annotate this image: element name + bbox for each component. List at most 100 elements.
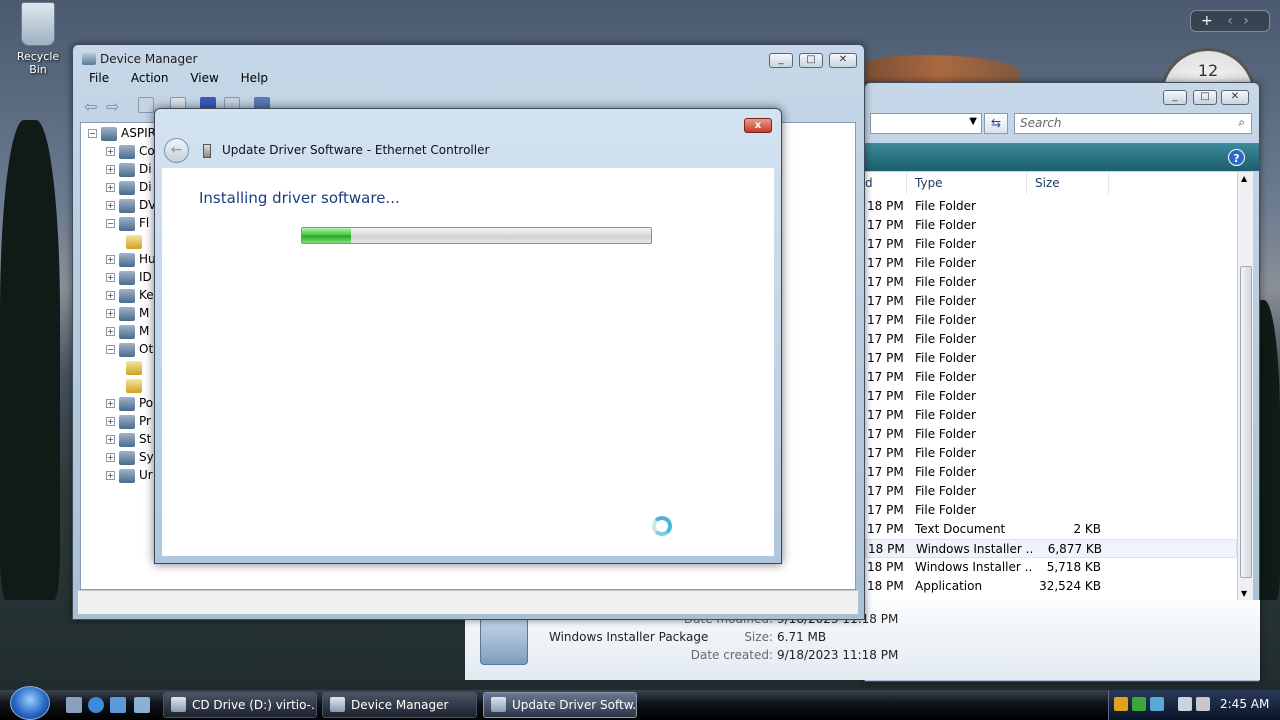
file-list-row[interactable]: 17 PM File Folder: [865, 330, 1237, 349]
tree-category[interactable]: + Po: [106, 394, 153, 412]
update-check-icon[interactable]: [1132, 697, 1146, 711]
show-desktop-icon[interactable]: [66, 697, 82, 713]
expand-icon[interactable]: +: [106, 453, 115, 462]
explorer-minimize-button[interactable]: _: [1163, 90, 1187, 105]
file-list-row[interactable]: 18 PM Windows Installer ... 5,718 KB: [865, 558, 1237, 577]
tree-category[interactable]: + Ke: [106, 286, 154, 304]
refresh-icon[interactable]: ⇆: [984, 113, 1008, 134]
volume-muted-icon[interactable]: [1196, 697, 1210, 711]
column-header-modified[interactable]: d: [865, 172, 907, 194]
address-dropdown-icon[interactable]: ▼: [969, 116, 977, 127]
expand-icon[interactable]: +: [106, 309, 115, 318]
file-list-row[interactable]: 17 PM File Folder: [865, 254, 1237, 273]
back-button[interactable]: ←: [164, 138, 189, 163]
sidebar-prev-icon[interactable]: ‹: [1227, 13, 1233, 29]
file-list-row[interactable]: 17 PM File Folder: [865, 216, 1237, 235]
internet-explorer-icon[interactable]: [88, 697, 104, 713]
tree-category[interactable]: + ID: [106, 268, 152, 286]
start-button[interactable]: [10, 686, 50, 720]
tree-category[interactable]: + Di: [106, 160, 152, 178]
file-list-row[interactable]: 17 PM File Folder: [865, 273, 1237, 292]
file-list-row[interactable]: 17 PM File Folder: [865, 425, 1237, 444]
security-shield-icon[interactable]: [1114, 697, 1128, 711]
search-icon[interactable]: ⌕: [1238, 115, 1245, 130]
file-list-row[interactable]: 17 PM File Folder: [865, 292, 1237, 311]
file-list-row[interactable]: 17 PM File Folder: [865, 387, 1237, 406]
tree-category[interactable]: + DV: [106, 196, 156, 214]
expand-icon[interactable]: +: [106, 273, 115, 282]
file-list-row[interactable]: 17 PM File Folder: [865, 501, 1237, 520]
scroll-up-icon[interactable]: ▲: [1241, 174, 1247, 183]
expand-icon[interactable]: +: [106, 255, 115, 264]
sidebar-controls[interactable]: + ‹ ›: [1190, 10, 1270, 32]
taskbar-button-update-driver[interactable]: Update Driver Softw...: [483, 692, 637, 718]
expand-icon[interactable]: −: [106, 219, 115, 228]
expand-icon[interactable]: +: [106, 147, 115, 156]
expand-icon[interactable]: +: [106, 201, 115, 210]
explorer-close-button[interactable]: ✕: [1221, 90, 1249, 105]
file-list-row[interactable]: 17 PM File Folder: [865, 349, 1237, 368]
column-header-type[interactable]: Type: [907, 172, 1027, 194]
tree-category[interactable]: + Hu: [106, 250, 156, 268]
file-list-row[interactable]: 18 PM Application 32,524 KB: [865, 577, 1237, 596]
scrollbar-thumb[interactable]: [1240, 266, 1252, 578]
devmgr-close-button[interactable]: ✕: [829, 53, 857, 68]
forward-arrow-icon[interactable]: ⇨: [106, 97, 119, 116]
file-list-row[interactable]: 17 PM File Folder: [865, 368, 1237, 387]
column-header-size[interactable]: Size: [1027, 172, 1109, 194]
explorer-scrollbar[interactable]: ▲ ▼: [1237, 172, 1253, 600]
switch-windows-icon[interactable]: [110, 697, 126, 713]
device-tray-icon[interactable]: [1150, 697, 1164, 711]
sidebar-add-button[interactable]: +: [1201, 13, 1213, 29]
properties-toolbar-icon[interactable]: [138, 97, 154, 113]
help-icon[interactable]: ?: [1228, 149, 1245, 166]
menu-view[interactable]: View: [190, 71, 218, 85]
expand-icon[interactable]: −: [106, 345, 115, 354]
search-input[interactable]: Search ⌕: [1014, 113, 1252, 134]
tree-category[interactable]: + Co: [106, 142, 155, 160]
expand-icon[interactable]: +: [106, 165, 115, 174]
taskbar-button-cd-drive[interactable]: CD Drive (D:) virtio-...: [163, 692, 317, 718]
file-list-row[interactable]: 17 PM File Folder: [865, 444, 1237, 463]
file-list-row[interactable]: 17 PM File Folder: [865, 311, 1237, 330]
collapse-icon[interactable]: −: [88, 129, 97, 138]
menu-help[interactable]: Help: [241, 71, 268, 85]
tree-category[interactable]: − Fl: [106, 214, 149, 232]
back-arrow-icon[interactable]: ⇦: [84, 97, 97, 116]
tree-category[interactable]: + Sy: [106, 448, 154, 466]
file-list-row[interactable]: 18 PM File Folder: [865, 197, 1237, 216]
wizard-close-button[interactable]: x: [744, 118, 772, 133]
tree-category[interactable]: + M: [106, 304, 149, 322]
tree-category[interactable]: + St: [106, 430, 151, 448]
quick-launch-icon[interactable]: [134, 697, 150, 713]
taskbar-button-device-manager[interactable]: Device Manager: [322, 692, 477, 718]
file-list-row[interactable]: 17 PM File Folder: [865, 235, 1237, 254]
explorer-address-bar[interactable]: ▼: [870, 113, 982, 134]
file-list-row[interactable]: 17 PM File Folder: [865, 406, 1237, 425]
sidebar-next-icon[interactable]: ›: [1243, 13, 1249, 29]
network-icon[interactable]: [1178, 697, 1192, 711]
devmgr-minimize-button[interactable]: _: [769, 53, 793, 68]
expand-icon[interactable]: +: [106, 471, 115, 480]
expand-icon[interactable]: +: [106, 435, 115, 444]
tree-child-item[interactable]: [126, 376, 146, 394]
tree-category[interactable]: + Ur: [106, 466, 153, 484]
tree-category[interactable]: − Ot: [106, 340, 153, 358]
expand-icon[interactable]: +: [106, 183, 115, 192]
expand-icon[interactable]: +: [106, 399, 115, 408]
taskbar-clock[interactable]: 2:45 AM: [1220, 697, 1269, 711]
file-list-row[interactable]: 17 PM File Folder: [865, 482, 1237, 501]
tree-category[interactable]: + Pr: [106, 412, 151, 430]
devmgr-maximize-button[interactable]: □: [799, 53, 823, 68]
tree-child-item[interactable]: [126, 232, 146, 250]
expand-icon[interactable]: +: [106, 417, 115, 426]
file-list-row[interactable]: 18 PM Windows Installer ... 6,877 KB: [865, 539, 1237, 558]
menu-file[interactable]: File: [89, 71, 109, 85]
scroll-down-icon[interactable]: ▼: [1241, 589, 1247, 598]
recycle-bin-icon[interactable]: Recycle Bin: [8, 2, 68, 76]
tree-root[interactable]: − ASPIRE: [88, 124, 164, 142]
file-list-row[interactable]: 17 PM Text Document 2 KB: [865, 520, 1237, 539]
tree-category[interactable]: + M: [106, 322, 149, 340]
expand-icon[interactable]: +: [106, 327, 115, 336]
menu-action[interactable]: Action: [131, 71, 169, 85]
